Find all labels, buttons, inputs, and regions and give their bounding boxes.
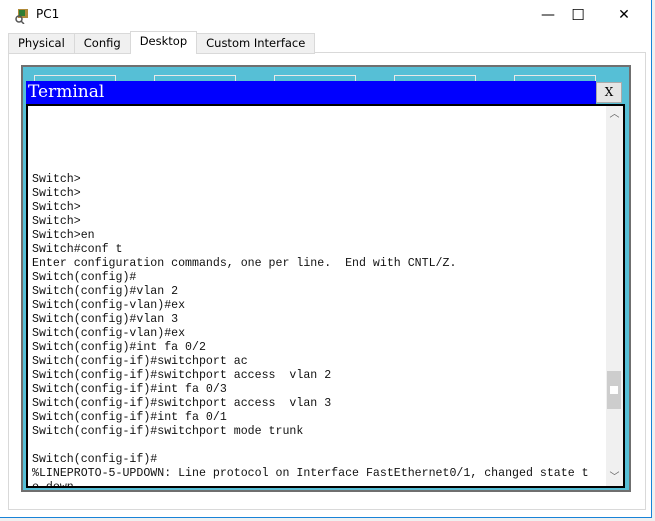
terminal-title: Terminal — [26, 81, 596, 104]
terminal-line: Switch> — [32, 201, 81, 214]
tab-desktop[interactable]: Desktop — [129, 31, 198, 54]
terminal-line: Switch(config-if)#int fa 0/3 — [32, 383, 227, 396]
terminal-line: Switch> — [32, 187, 81, 200]
tab-config[interactable]: Config — [73, 33, 131, 54]
scroll-up-icon[interactable]: ︿ — [606, 106, 623, 123]
terminal-line: Switch>en — [32, 229, 95, 242]
pc1-window: PC1 — ☐ ✕ Physical Config Desktop Custom… — [0, 0, 652, 518]
tab-custom-interface[interactable]: Custom Interface — [196, 33, 316, 54]
terminal-line: Enter configuration commands, one per li… — [32, 257, 457, 270]
terminal-line: Switch(config-if)#switchport mode trunk — [32, 425, 304, 438]
terminal-scrollbar[interactable]: ︿ ﹀ — [606, 106, 623, 486]
close-button[interactable]: ✕ — [601, 0, 647, 30]
tab-physical[interactable]: Physical — [8, 33, 75, 54]
terminal-close-button[interactable]: X — [596, 82, 622, 103]
maximize-button[interactable]: ☐ — [555, 0, 601, 30]
terminal-line: Switch(config-if)#switchport ac — [32, 355, 248, 368]
window-title: PC1 — [36, 7, 60, 21]
terminal-line: o down — [32, 481, 74, 488]
terminal-line: Switch(config-if)#int fa 0/1 — [32, 411, 227, 424]
terminal-line: Switch> — [32, 215, 81, 228]
terminal-line: Switch(config-if)#switchport access vlan… — [32, 369, 332, 382]
terminal-line: Switch(config-if)#switchport access vlan… — [32, 397, 332, 410]
terminal-line: Switch#conf t — [32, 243, 123, 256]
scroll-down-icon[interactable]: ﹀ — [606, 469, 623, 486]
terminal-line: Switch(config-vlan)#ex — [32, 327, 186, 340]
terminal-line: Switch> — [32, 173, 81, 186]
terminal-output[interactable]: Switch> Switch> Switch> Switch> Switch>en Swi… — [26, 104, 625, 488]
title-bar: PC1 — ☐ ✕ — [0, 0, 651, 30]
scrollbar-thumb[interactable] — [607, 371, 621, 409]
terminal-line: %LINEPROTO-5-UPDOWN: Line protocol on In… — [32, 467, 589, 480]
terminal-lines: Switch> Switch> Switch> Switch> Switch>en Swi… — [32, 173, 589, 488]
terminal-line: Switch(config)# — [32, 271, 137, 284]
pc-app-icon — [15, 9, 28, 24]
terminal-line: Switch(config)#vlan 3 — [32, 313, 179, 326]
terminal-line: Switch(config-vlan)#ex — [32, 299, 186, 312]
terminal-line: Switch(config)#vlan 2 — [32, 285, 179, 298]
tab-bar: Physical Config Desktop Custom Interface — [8, 31, 316, 54]
terminal-line: Switch(config)#int fa 0/2 — [32, 341, 206, 354]
terminal-line: Switch(config-if)# — [32, 453, 158, 466]
